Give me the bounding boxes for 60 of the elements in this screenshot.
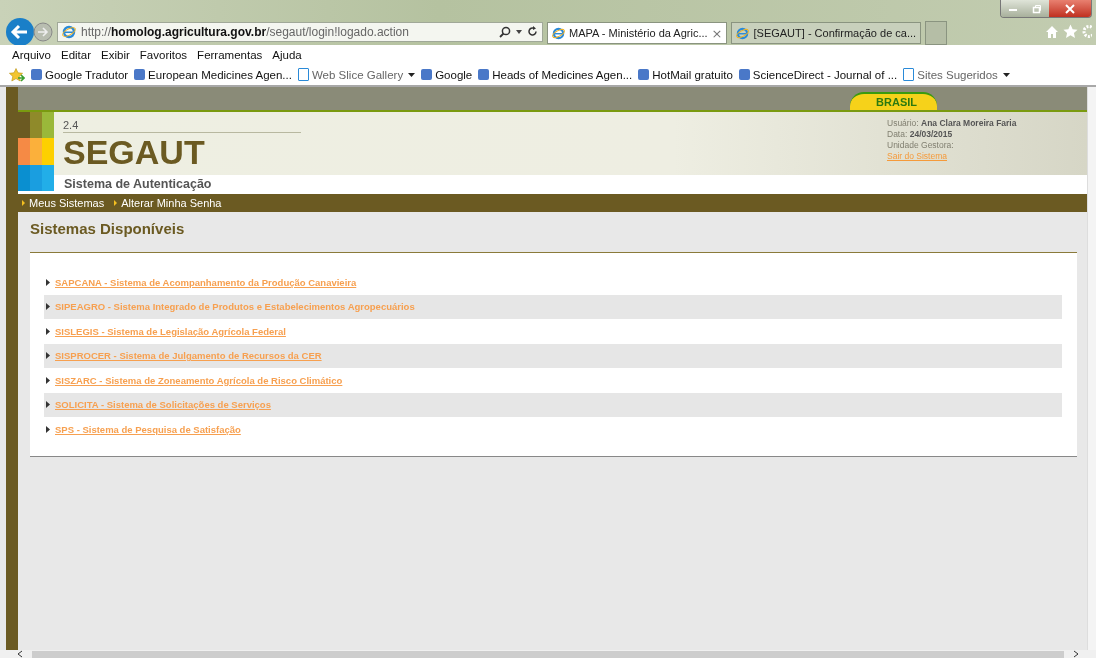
url-text: http://homolog.agricultura.gov.br/segaut/login!logado.action	[81, 24, 410, 39]
refresh-icon[interactable]	[527, 26, 538, 37]
ie-logo-icon	[736, 26, 750, 40]
bullet-icon	[46, 327, 50, 335]
tab-close-button[interactable]: ×	[711, 25, 723, 41]
vertical-scrollbar[interactable]	[1087, 87, 1096, 650]
version-number: 2.4	[63, 119, 301, 133]
scroll-right-icon[interactable]	[1072, 650, 1080, 658]
ie-logo-icon	[62, 24, 76, 39]
user-info-line: Unidade Gestora:	[887, 140, 955, 150]
scroll-left-icon[interactable]	[16, 650, 24, 658]
ie-logo-icon	[552, 26, 565, 40]
restore-button[interactable]	[1025, 0, 1049, 17]
nav-link[interactable]: Alterar Minha Senha	[114, 197, 222, 209]
minimize-button[interactable]	[1001, 0, 1025, 17]
close-icon	[1065, 3, 1075, 14]
bullet-icon	[46, 401, 50, 409]
bullet-icon	[46, 352, 50, 360]
favorite-link[interactable]: Google Tradutor	[31, 68, 129, 81]
nav-link[interactable]: Meus Sistemas	[22, 197, 105, 209]
back-button[interactable]	[5, 16, 35, 47]
forward-button[interactable]	[33, 21, 53, 42]
home-icon[interactable]	[1045, 24, 1059, 39]
arrow-icon	[22, 200, 25, 206]
favorite-link[interactable]: Heads of Medicines Agen...	[478, 68, 633, 81]
bullet-icon	[46, 278, 50, 286]
bullet-icon	[46, 425, 50, 433]
favorite-link[interactable]: Web Slice Gallery	[297, 68, 416, 81]
favorite-link[interactable]: HotMail gratuito	[638, 68, 733, 81]
bullet-icon	[46, 303, 50, 311]
bullet-icon	[46, 376, 50, 384]
menu-item[interactable]: Exibir	[96, 48, 135, 61]
browser-tab[interactable]: MAPA - Ministério da Agric... ×	[547, 22, 728, 44]
menu-item[interactable]: Ajuda	[267, 48, 307, 61]
restore-icon	[1032, 3, 1042, 14]
menu-item[interactable]: Editar	[56, 48, 97, 61]
browser-tab[interactable]: [SEGAUT] - Confirmação de ca...	[731, 22, 922, 44]
favorite-link[interactable]: Sites Sugeridos	[903, 68, 1010, 81]
menu-item[interactable]: Arquivo	[7, 48, 56, 61]
favorites-star-icon[interactable]	[9, 67, 25, 82]
menu-item[interactable]: Ferramentas	[192, 48, 268, 61]
favorite-link[interactable]: ScienceDirect - Journal of ...	[738, 68, 898, 81]
app-subtitle: Sistema de Autenticação	[64, 177, 212, 191]
favorite-link[interactable]: Google	[421, 68, 473, 81]
caret-icon	[1002, 72, 1010, 77]
favorite-link[interactable]: European Medicines Agen...	[134, 68, 292, 81]
app-title: SEGAUT	[63, 133, 206, 171]
menu-item[interactable]: Favoritos	[134, 48, 193, 61]
caret-icon	[408, 72, 416, 77]
address-bar[interactable]: http://homolog.agricultura.gov.br/segaut/login!logado.action	[57, 21, 543, 42]
user-info-line: Usuário: Ana Clara Moreira Faria	[887, 118, 1018, 128]
brasil-badge: BRASIL	[850, 92, 937, 110]
user-info-line: Data: 24/03/2015	[887, 129, 954, 139]
search-icon[interactable]	[499, 25, 511, 38]
dropdown-caret-icon[interactable]	[516, 29, 522, 34]
new-tab-button[interactable]	[925, 21, 948, 45]
star-icon[interactable]	[1063, 24, 1078, 39]
horizontal-scrollbar[interactable]	[0, 650, 1096, 658]
close-button[interactable]	[1049, 0, 1091, 17]
arrow-icon	[114, 200, 118, 206]
